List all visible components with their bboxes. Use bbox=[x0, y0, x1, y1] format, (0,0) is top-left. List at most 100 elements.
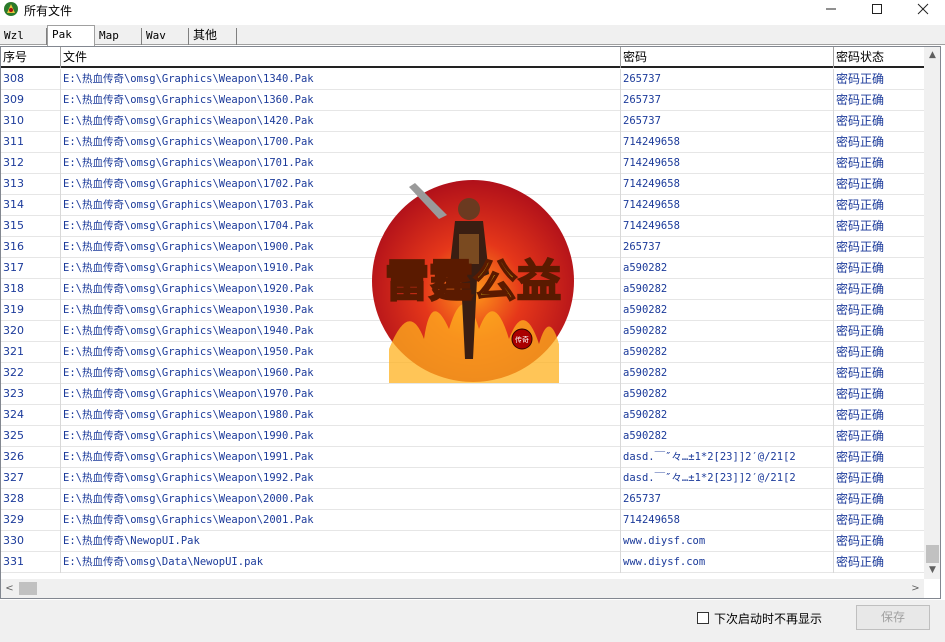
table-row[interactable]: 327 E:\热血传奇\omsg\Graphics\Weapon\1992.Pak… bbox=[1, 468, 925, 489]
table-row[interactable]: 329 E:\热血传奇\omsg\Graphics\Weapon\2001.Pak… bbox=[1, 510, 925, 531]
row-file-path: E:\热血传奇\omsg\Graphics\Weapon\1970.Pak bbox=[61, 384, 621, 405]
row-index: 331 bbox=[1, 552, 61, 573]
row-password: 265737 bbox=[621, 69, 834, 90]
row-password-status: 密码正确 bbox=[834, 195, 925, 216]
table-row[interactable]: 325 E:\热血传奇\omsg\Graphics\Weapon\1990.Pak… bbox=[1, 426, 925, 447]
row-password: 714249658 bbox=[621, 510, 834, 531]
row-password: a590282 bbox=[621, 300, 834, 321]
row-password-status: 密码正确 bbox=[834, 132, 925, 153]
tab-wav[interactable]: Wav bbox=[142, 28, 189, 45]
row-password: a590282 bbox=[621, 279, 834, 300]
game-logo-icon bbox=[3, 1, 19, 17]
row-index: 326 bbox=[1, 447, 61, 468]
row-password-status: 密码正确 bbox=[834, 489, 925, 510]
tab-other[interactable]: 其他 bbox=[189, 28, 237, 45]
dont-show-label[interactable]: 下次启动时不再显示 bbox=[714, 610, 822, 627]
row-file-path: E:\热血传奇\omsg\Graphics\Weapon\1990.Pak bbox=[61, 426, 621, 447]
table-row[interactable]: 326 E:\热血传奇\omsg\Graphics\Weapon\1991.Pak… bbox=[1, 447, 925, 468]
row-password-status: 密码正确 bbox=[834, 552, 925, 573]
row-password: 265737 bbox=[621, 111, 834, 132]
vertical-scrollbar[interactable]: ▲ ▼ bbox=[924, 47, 940, 579]
row-password-status: 密码正确 bbox=[834, 447, 925, 468]
row-password-status: 密码正确 bbox=[834, 384, 925, 405]
close-button[interactable] bbox=[900, 0, 945, 20]
row-file-path: E:\热血传奇\omsg\Graphics\Weapon\1980.Pak bbox=[61, 405, 621, 426]
column-header-index[interactable]: 序号 bbox=[1, 47, 61, 68]
row-index: 310 bbox=[1, 111, 61, 132]
vertical-scroll-thumb[interactable] bbox=[926, 545, 939, 563]
row-index: 311 bbox=[1, 132, 61, 153]
row-password-status: 密码正确 bbox=[834, 300, 925, 321]
table-row[interactable]: 328 E:\热血传奇\omsg\Graphics\Weapon\2000.Pak… bbox=[1, 489, 925, 510]
row-password-status: 密码正确 bbox=[834, 531, 925, 552]
row-password-status: 密码正确 bbox=[834, 321, 925, 342]
row-index: 318 bbox=[1, 279, 61, 300]
row-password-status: 密码正确 bbox=[834, 237, 925, 258]
row-index: 321 bbox=[1, 342, 61, 363]
tab-wzl[interactable]: Wzl bbox=[0, 28, 47, 45]
row-index: 316 bbox=[1, 237, 61, 258]
row-file-path: E:\热血传奇\omsg\Graphics\Weapon\1991.Pak bbox=[61, 447, 621, 468]
row-password: 714249658 bbox=[621, 216, 834, 237]
table-row[interactable]: 330 E:\热血传奇\NewopUI.Pak www.diysf.com 密码正确 bbox=[1, 531, 925, 552]
row-index: 317 bbox=[1, 258, 61, 279]
scroll-up-button[interactable]: ▲ bbox=[924, 47, 940, 64]
table-row[interactable]: 308 E:\热血传奇\omsg\Graphics\Weapon\1340.Pak… bbox=[1, 69, 925, 90]
row-index: 308 bbox=[1, 69, 61, 90]
row-password-status: 密码正确 bbox=[834, 258, 925, 279]
table-row[interactable]: 311 E:\热血传奇\omsg\Graphics\Weapon\1700.Pak… bbox=[1, 132, 925, 153]
scroll-right-button[interactable]: > bbox=[907, 579, 924, 598]
row-file-path: E:\热血传奇\omsg\Graphics\Weapon\1420.Pak bbox=[61, 111, 621, 132]
row-file-path: E:\热血传奇\omsg\Graphics\Weapon\2000.Pak bbox=[61, 489, 621, 510]
row-password: a590282 bbox=[621, 363, 834, 384]
scroll-left-button[interactable]: < bbox=[1, 579, 18, 598]
row-file-path: E:\热血传奇\omsg\Graphics\Weapon\1340.Pak bbox=[61, 69, 621, 90]
row-password-status: 密码正确 bbox=[834, 510, 925, 531]
column-header-status[interactable]: 密码状态 bbox=[834, 47, 925, 68]
save-button[interactable]: 保存 bbox=[856, 605, 930, 630]
footer-bar: 下次启动时不再显示 保存 bbox=[0, 600, 945, 642]
row-password: 714249658 bbox=[621, 153, 834, 174]
row-index: 322 bbox=[1, 363, 61, 384]
column-header-file[interactable]: 文件 bbox=[61, 47, 621, 68]
close-icon bbox=[917, 3, 929, 15]
row-index: 329 bbox=[1, 510, 61, 531]
table-row[interactable]: 310 E:\热血传奇\omsg\Graphics\Weapon\1420.Pak… bbox=[1, 111, 925, 132]
tab-map[interactable]: Map bbox=[95, 28, 142, 45]
row-index: 319 bbox=[1, 300, 61, 321]
row-index: 320 bbox=[1, 321, 61, 342]
row-index: 327 bbox=[1, 468, 61, 489]
horizontal-scroll-thumb[interactable] bbox=[19, 582, 37, 595]
row-password: www.diysf.com bbox=[621, 531, 834, 552]
logo-text: 雷霆公益 bbox=[385, 256, 561, 307]
row-password: dasd.￣″々…±1*2[23]]2′@/21[2 bbox=[621, 447, 834, 468]
column-header-password[interactable]: 密码 bbox=[621, 47, 834, 68]
row-password: a590282 bbox=[621, 321, 834, 342]
dont-show-checkbox[interactable] bbox=[697, 612, 709, 624]
row-index: 312 bbox=[1, 153, 61, 174]
row-password-status: 密码正确 bbox=[834, 111, 925, 132]
row-password-status: 密码正确 bbox=[834, 174, 925, 195]
minimize-icon bbox=[826, 8, 836, 10]
tab-pak[interactable]: Pak bbox=[47, 25, 95, 46]
horizontal-scrollbar[interactable]: < > bbox=[1, 579, 924, 598]
title-bar: 所有文件 bbox=[0, 0, 945, 20]
table-row[interactable]: 331 E:\热血传奇\omsg\Data\NewopUI.pak www.diys… bbox=[1, 552, 925, 573]
minimize-button[interactable] bbox=[808, 0, 854, 20]
table-row[interactable]: 312 E:\热血传奇\omsg\Graphics\Weapon\1701.Pak… bbox=[1, 153, 925, 174]
row-file-path: E:\热血传奇\NewopUI.Pak bbox=[61, 531, 621, 552]
row-index: 330 bbox=[1, 531, 61, 552]
row-password: 265737 bbox=[621, 237, 834, 258]
table-row[interactable]: 309 E:\热血传奇\omsg\Graphics\Weapon\1360.Pak… bbox=[1, 90, 925, 111]
row-index: 325 bbox=[1, 426, 61, 447]
row-file-path: E:\热血传奇\omsg\Graphics\Weapon\1992.Pak bbox=[61, 468, 621, 489]
scroll-down-button[interactable]: ▼ bbox=[924, 562, 940, 579]
row-index: 314 bbox=[1, 195, 61, 216]
maximize-button[interactable] bbox=[854, 0, 900, 20]
row-password: a590282 bbox=[621, 384, 834, 405]
row-password: www.diysf.com bbox=[621, 552, 834, 573]
row-index: 315 bbox=[1, 216, 61, 237]
table-row[interactable]: 324 E:\热血传奇\omsg\Graphics\Weapon\1980.Pak… bbox=[1, 405, 925, 426]
row-password: dasd.￣″々…±1*2[23]]2′@/21[2 bbox=[621, 468, 834, 489]
table-row[interactable]: 323 E:\热血传奇\omsg\Graphics\Weapon\1970.Pak… bbox=[1, 384, 925, 405]
